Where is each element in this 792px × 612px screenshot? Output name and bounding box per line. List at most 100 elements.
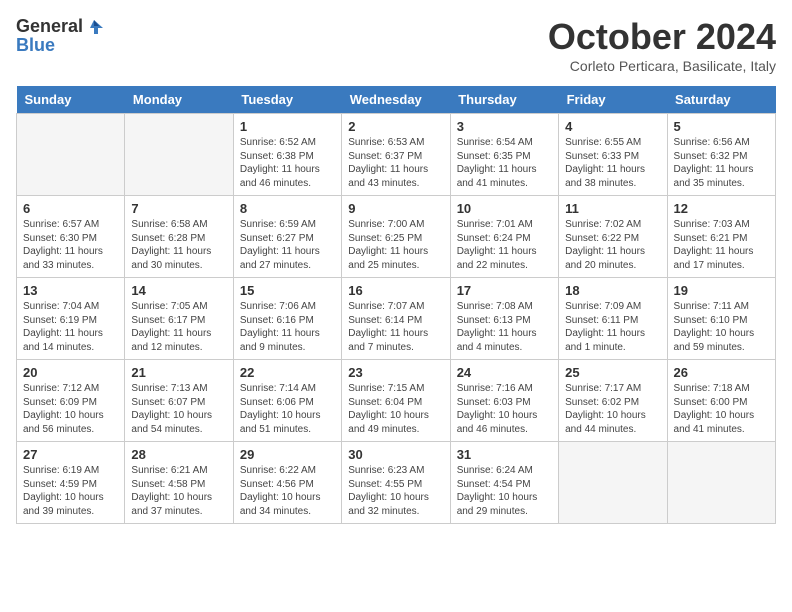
calendar-cell: 8 Sunrise: 6:59 AMSunset: 6:27 PMDaylight… [233,196,341,278]
day-number: 24 [457,365,552,380]
cell-info: Sunrise: 7:04 AMSunset: 6:19 PMDaylight:… [23,300,118,354]
cell-info: Sunrise: 7:08 AMSunset: 6:13 PMDaylight:… [457,300,552,354]
day-number: 7 [131,201,226,216]
calendar-cell: 3 Sunrise: 6:54 AMSunset: 6:35 PMDaylight… [450,114,558,196]
calendar-cell: 5 Sunrise: 6:56 AMSunset: 6:32 PMDaylight… [667,114,775,196]
day-number: 3 [457,119,552,134]
cell-info: Sunrise: 7:02 AMSunset: 6:22 PMDaylight:… [565,218,660,272]
cell-info: Sunrise: 7:15 AMSunset: 6:04 PMDaylight:… [348,382,443,436]
header-sunday: Sunday [17,86,125,114]
logo-blue: Blue [16,35,55,56]
location: Corleto Perticara, Basilicate, Italy [548,58,776,74]
calendar-cell: 13 Sunrise: 7:04 AMSunset: 6:19 PMDayligh… [17,278,125,360]
cell-info: Sunrise: 6:22 AMSunset: 4:56 PMDaylight:… [240,464,335,518]
cell-info: Sunrise: 7:14 AMSunset: 6:06 PMDaylight:… [240,382,335,436]
calendar-cell: 30Sunrise: 6:23 AMSunset: 4:55 PMDayligh… [342,442,450,524]
calendar-cell: 21 Sunrise: 7:13 AMSunset: 6:07 PMDayligh… [125,360,233,442]
week-row-5: 27Sunrise: 6:19 AMSunset: 4:59 PMDayligh… [17,442,776,524]
day-number: 27 [23,447,118,462]
cell-info: Sunrise: 7:18 AMSunset: 6:00 PMDaylight:… [674,382,769,436]
cell-info: Sunrise: 6:52 AMSunset: 6:38 PMDaylight:… [240,136,335,190]
day-number: 10 [457,201,552,216]
cell-info: Sunrise: 6:58 AMSunset: 6:28 PMDaylight:… [131,218,226,272]
day-number: 18 [565,283,660,298]
calendar-cell: 31Sunrise: 6:24 AMSunset: 4:54 PMDayligh… [450,442,558,524]
page-header: General Blue October 2024 Corleto Pertic… [16,16,776,74]
calendar-cell: 1 Sunrise: 6:52 AMSunset: 6:38 PMDaylight… [233,114,341,196]
calendar-cell: 26 Sunrise: 7:18 AMSunset: 6:00 PMDayligh… [667,360,775,442]
day-number: 9 [348,201,443,216]
day-number: 8 [240,201,335,216]
cell-info: Sunrise: 6:53 AMSunset: 6:37 PMDaylight:… [348,136,443,190]
cell-info: Sunrise: 7:01 AMSunset: 6:24 PMDaylight:… [457,218,552,272]
day-number: 28 [131,447,226,462]
day-number: 25 [565,365,660,380]
calendar-header-row: SundayMondayTuesdayWednesdayThursdayFrid… [17,86,776,114]
calendar-cell: 24Sunrise: 7:16 AMSunset: 6:03 PMDayligh… [450,360,558,442]
cell-info: Sunrise: 7:09 AMSunset: 6:11 PMDaylight:… [565,300,660,354]
calendar-cell: 23 Sunrise: 7:15 AMSunset: 6:04 PMDayligh… [342,360,450,442]
calendar-cell [667,442,775,524]
month-title: October 2024 [548,16,776,58]
cell-info: Sunrise: 6:21 AMSunset: 4:58 PMDaylight:… [131,464,226,518]
cell-info: Sunrise: 6:56 AMSunset: 6:32 PMDaylight:… [674,136,769,190]
calendar-cell: 27Sunrise: 6:19 AMSunset: 4:59 PMDayligh… [17,442,125,524]
cell-info: Sunrise: 7:07 AMSunset: 6:14 PMDaylight:… [348,300,443,354]
calendar-cell: 17 Sunrise: 7:08 AMSunset: 6:13 PMDayligh… [450,278,558,360]
day-number: 16 [348,283,443,298]
calendar-cell [17,114,125,196]
cell-info: Sunrise: 6:57 AMSunset: 6:30 PMDaylight:… [23,218,118,272]
calendar-cell [125,114,233,196]
day-number: 19 [674,283,769,298]
cell-info: Sunrise: 7:05 AMSunset: 6:17 PMDaylight:… [131,300,226,354]
cell-info: Sunrise: 6:55 AMSunset: 6:33 PMDaylight:… [565,136,660,190]
day-number: 11 [565,201,660,216]
calendar-cell: 16 Sunrise: 7:07 AMSunset: 6:14 PMDayligh… [342,278,450,360]
calendar-cell: 18 Sunrise: 7:09 AMSunset: 6:11 PMDayligh… [559,278,667,360]
day-number: 22 [240,365,335,380]
day-number: 6 [23,201,118,216]
day-number: 17 [457,283,552,298]
header-saturday: Saturday [667,86,775,114]
logo-general: General [16,16,83,37]
calendar-cell: 12Sunrise: 7:03 AMSunset: 6:21 PMDayligh… [667,196,775,278]
day-number: 23 [348,365,443,380]
cell-info: Sunrise: 7:00 AMSunset: 6:25 PMDaylight:… [348,218,443,272]
calendar-cell: 9 Sunrise: 7:00 AMSunset: 6:25 PMDaylight… [342,196,450,278]
day-number: 21 [131,365,226,380]
week-row-2: 6 Sunrise: 6:57 AMSunset: 6:30 PMDaylight… [17,196,776,278]
cell-info: Sunrise: 6:59 AMSunset: 6:27 PMDaylight:… [240,218,335,272]
day-number: 1 [240,119,335,134]
calendar-cell: 6 Sunrise: 6:57 AMSunset: 6:30 PMDaylight… [17,196,125,278]
header-friday: Friday [559,86,667,114]
cell-info: Sunrise: 7:13 AMSunset: 6:07 PMDaylight:… [131,382,226,436]
calendar-cell: 11 Sunrise: 7:02 AMSunset: 6:22 PMDayligh… [559,196,667,278]
calendar-cell: 25 Sunrise: 7:17 AMSunset: 6:02 PMDayligh… [559,360,667,442]
day-number: 13 [23,283,118,298]
logo-bird-icon [85,18,103,36]
calendar-cell: 2 Sunrise: 6:53 AMSunset: 6:37 PMDaylight… [342,114,450,196]
cell-info: Sunrise: 7:17 AMSunset: 6:02 PMDaylight:… [565,382,660,436]
calendar-cell: 4Sunrise: 6:55 AMSunset: 6:33 PMDaylight… [559,114,667,196]
calendar-cell: 20Sunrise: 7:12 AMSunset: 6:09 PMDayligh… [17,360,125,442]
cell-info: Sunrise: 7:03 AMSunset: 6:21 PMDaylight:… [674,218,769,272]
header-wednesday: Wednesday [342,86,450,114]
day-number: 14 [131,283,226,298]
calendar-cell: 15Sunrise: 7:06 AMSunset: 6:16 PMDayligh… [233,278,341,360]
day-number: 26 [674,365,769,380]
calendar-cell: 28 Sunrise: 6:21 AMSunset: 4:58 PMDayligh… [125,442,233,524]
cell-info: Sunrise: 7:11 AMSunset: 6:10 PMDaylight:… [674,300,769,354]
cell-info: Sunrise: 6:54 AMSunset: 6:35 PMDaylight:… [457,136,552,190]
day-number: 5 [674,119,769,134]
week-row-1: 1 Sunrise: 6:52 AMSunset: 6:38 PMDaylight… [17,114,776,196]
calendar-cell: 29 Sunrise: 6:22 AMSunset: 4:56 PMDayligh… [233,442,341,524]
header-thursday: Thursday [450,86,558,114]
calendar-cell: 14 Sunrise: 7:05 AMSunset: 6:17 PMDayligh… [125,278,233,360]
cell-info: Sunrise: 7:12 AMSunset: 6:09 PMDaylight:… [23,382,118,436]
day-number: 2 [348,119,443,134]
day-number: 30 [348,447,443,462]
calendar-cell: 7 Sunrise: 6:58 AMSunset: 6:28 PMDaylight… [125,196,233,278]
day-number: 29 [240,447,335,462]
header-tuesday: Tuesday [233,86,341,114]
calendar-cell [559,442,667,524]
